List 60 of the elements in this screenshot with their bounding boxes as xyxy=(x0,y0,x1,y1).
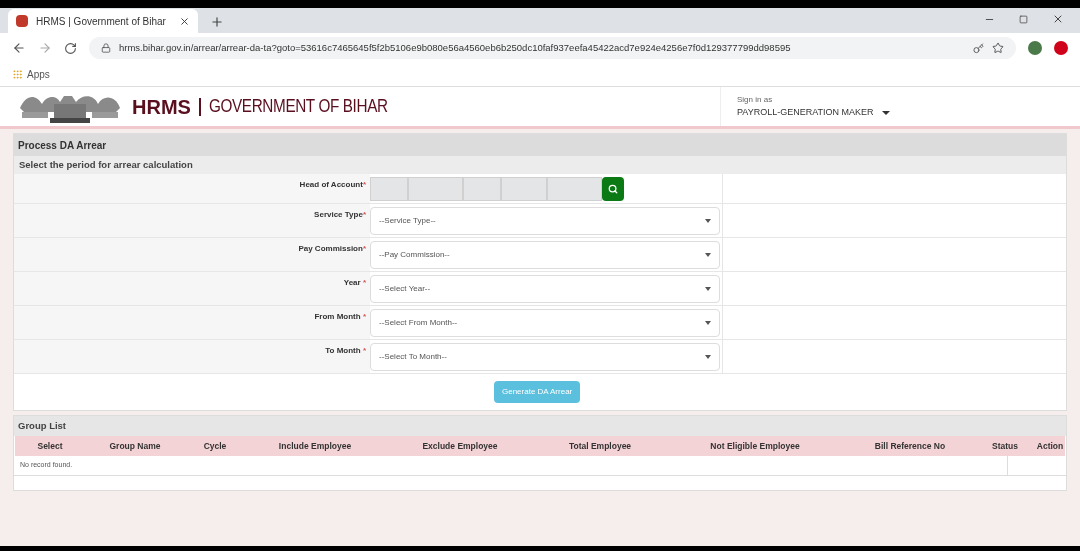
browser-tab[interactable]: HRMS | Government of Bihar xyxy=(8,9,198,33)
column-header: Group Name xyxy=(108,439,162,453)
caret-icon xyxy=(705,218,711,223)
site-brand: HRMS xyxy=(132,94,191,120)
account-code-field[interactable] xyxy=(547,176,602,201)
apps-grid-icon xyxy=(12,69,23,80)
forward-icon[interactable] xyxy=(38,41,52,55)
column-header: Include Employee xyxy=(277,439,353,453)
extension-icon[interactable] xyxy=(1054,41,1068,55)
select-dropdown[interactable]: --Select Year-- xyxy=(370,274,720,303)
select-dropdown[interactable]: --Service Type-- xyxy=(370,206,720,235)
column-header: Exclude Employee xyxy=(421,439,499,453)
sign-in-label: Sign in as xyxy=(737,93,774,106)
account-code-field[interactable] xyxy=(370,176,408,201)
field-label: From Month * xyxy=(314,311,366,323)
star-icon[interactable] xyxy=(992,42,1004,54)
search-button[interactable] xyxy=(602,176,624,201)
caret-icon xyxy=(881,110,890,115)
user-role-menu[interactable]: PAYROLL-GENERATION MAKER xyxy=(737,105,890,120)
search-icon xyxy=(608,183,618,194)
column-header: Select xyxy=(36,439,64,453)
close-icon[interactable] xyxy=(179,15,190,27)
field-label: Year * xyxy=(343,277,366,289)
key-icon[interactable] xyxy=(973,42,984,54)
caret-icon xyxy=(705,320,711,325)
select-dropdown[interactable]: --Select To Month-- xyxy=(370,342,720,371)
column-header: Not Eligible Employee xyxy=(709,439,801,453)
address-bar[interactable]: hrms.bihar.gov.in/arrear/arrear-da-ta?goto=53616c7465645f5f2b5106e9b080e56a4560eb6b250dc10faf937eefa45422acd7e924e4256e7f0d129377799dd98595 xyxy=(89,37,1016,59)
column-header: Total Employee xyxy=(567,439,633,453)
url-text: hrms.bihar.gov.in/arrear/arrear-da-ta?goto=53616c7465645f5f2b5106e9b080e56a4560eb6b250dc10faf937eefa45422acd7e924e4256e7f0d129377799dd98595 xyxy=(119,40,792,55)
account-code-field[interactable] xyxy=(463,176,501,201)
account-code-field[interactable] xyxy=(501,176,547,201)
field-label: Service Type* xyxy=(314,209,366,221)
panel-title: Group List xyxy=(18,418,67,433)
column-header: Bill Reference No xyxy=(873,439,947,453)
field-label: Pay Commission* xyxy=(298,243,366,255)
reload-icon[interactable] xyxy=(64,41,77,55)
field-label: To Month * xyxy=(325,345,366,357)
column-header: Action xyxy=(1035,439,1065,453)
caret-icon xyxy=(705,252,711,257)
section-title: Select the period for arrear calculation xyxy=(19,157,193,172)
column-header: Status xyxy=(991,439,1019,453)
select-dropdown[interactable]: --Select From Month-- xyxy=(370,308,720,337)
column-header: Cycle xyxy=(202,439,228,453)
tab-title: HRMS | Government of Bihar xyxy=(36,14,167,29)
account-code-field[interactable] xyxy=(408,176,463,201)
extension-icon[interactable] xyxy=(1028,41,1042,55)
caret-icon xyxy=(705,286,711,291)
lock-icon xyxy=(101,43,111,53)
close-window-icon[interactable] xyxy=(1052,13,1064,25)
caret-icon xyxy=(705,354,711,359)
field-label: Head of Account* xyxy=(299,179,366,191)
restore-icon[interactable] xyxy=(1019,14,1028,24)
favicon-icon xyxy=(16,15,28,27)
site-subtitle: GOVERNMENT OF BIHAR xyxy=(208,95,388,118)
panel-title: Process DA Arrear xyxy=(18,138,107,153)
back-icon[interactable] xyxy=(12,41,26,55)
select-dropdown[interactable]: --Pay Commission-- xyxy=(370,240,720,269)
bookmark-link[interactable]: Apps xyxy=(27,67,50,82)
new-tab-icon[interactable] xyxy=(210,15,224,29)
